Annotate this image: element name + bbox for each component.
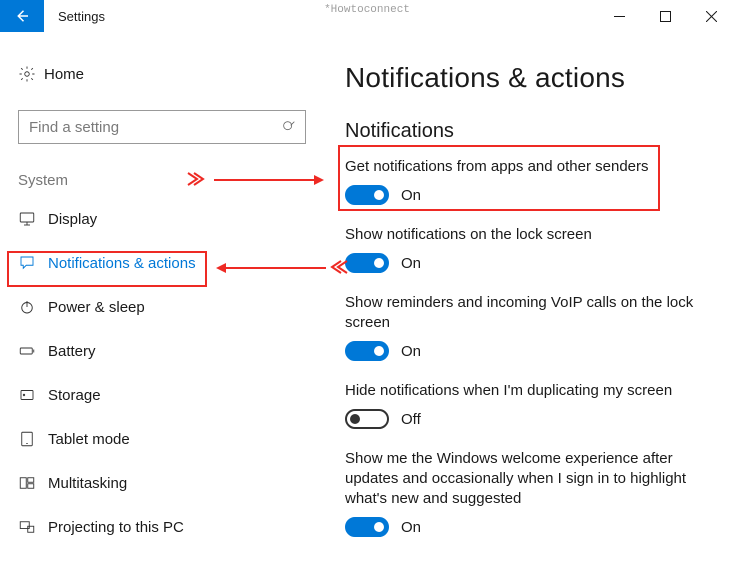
sidebar-item-label: Notifications & actions [48,255,196,272]
home-label: Home [44,66,84,83]
sidebar-item-power[interactable]: Power & sleep [18,285,305,329]
toggle-voip-lock[interactable] [345,341,389,361]
sidebar-item-multitasking[interactable]: Multitasking [18,461,305,505]
setting-lock-screen: Show notifications on the lock screen On [345,225,704,273]
sidebar-item-label: Storage [48,387,101,404]
maximize-button[interactable] [642,0,688,32]
left-panel: Home System Display Notifications & acti… [0,32,315,562]
setting-label: Show notifications on the lock screen [345,225,704,245]
toggle-hide-duplicating[interactable] [345,409,389,429]
search-input[interactable] [19,111,305,143]
search-icon [281,119,297,135]
setting-apps-senders: Get notifications from apps and other se… [345,157,704,205]
search-input-wrapper[interactable] [18,110,306,144]
setting-label: Show me the Windows welcome experience a… [345,449,704,509]
window-controls [596,0,734,32]
setting-hide-duplicating: Hide notifications when I'm duplicating … [345,381,704,429]
sidebar-item-storage[interactable]: Storage [18,373,305,417]
sidebar-item-label: Tablet mode [48,431,130,448]
toggle-state: On [401,519,421,536]
multitask-icon [18,474,48,492]
toggle-apps-senders[interactable] [345,185,389,205]
gear-icon [18,65,44,83]
sidebar-item-label: Display [48,211,97,228]
toggle-state: On [401,187,421,204]
sidebar-item-display[interactable]: Display [18,197,305,241]
toggle-state: Off [401,411,421,428]
main-area: Home System Display Notifications & acti… [0,32,734,562]
battery-icon [18,342,48,360]
arrow-left-icon [13,7,31,25]
content-panel: Notifications & actions Notifications Ge… [315,32,734,562]
setting-voip-lock: Show reminders and incoming VoIP calls o… [345,293,704,361]
tablet-icon [18,430,48,448]
storage-icon [18,386,48,404]
sidebar-section-label: System [18,172,305,189]
monitor-icon [18,210,48,228]
watermark-text: *Howtoconnect [324,4,410,16]
back-button[interactable] [0,0,44,32]
window-title: Settings [44,0,105,32]
minimize-icon [614,11,625,22]
sidebar-item-battery[interactable]: Battery [18,329,305,373]
minimize-button[interactable] [596,0,642,32]
toggle-state: On [401,255,421,272]
sidebar-item-label: Multitasking [48,475,127,492]
chat-icon [18,254,48,272]
setting-label: Show reminders and incoming VoIP calls o… [345,293,704,333]
sidebar-item-notifications[interactable]: Notifications & actions [18,241,305,285]
sidebar-item-label: Projecting to this PC [48,519,184,536]
close-icon [706,11,717,22]
toggle-welcome-experience[interactable] [345,517,389,537]
setting-label: Get notifications from apps and other se… [345,157,704,177]
toggle-state: On [401,343,421,360]
toggle-lock-screen[interactable] [345,253,389,273]
maximize-icon [660,11,671,22]
project-icon [18,518,48,536]
home-link[interactable]: Home [18,56,305,92]
sidebar-item-label: Battery [48,343,96,360]
sidebar-item-label: Power & sleep [48,299,145,316]
power-icon [18,298,48,316]
setting-welcome-experience: Show me the Windows welcome experience a… [345,449,704,537]
sidebar-item-tablet[interactable]: Tablet mode [18,417,305,461]
sidebar-item-projecting[interactable]: Projecting to this PC [18,505,305,549]
setting-label: Hide notifications when I'm duplicating … [345,381,704,401]
section-heading: Notifications [345,120,704,143]
close-button[interactable] [688,0,734,32]
page-title: Notifications & actions [345,62,704,94]
